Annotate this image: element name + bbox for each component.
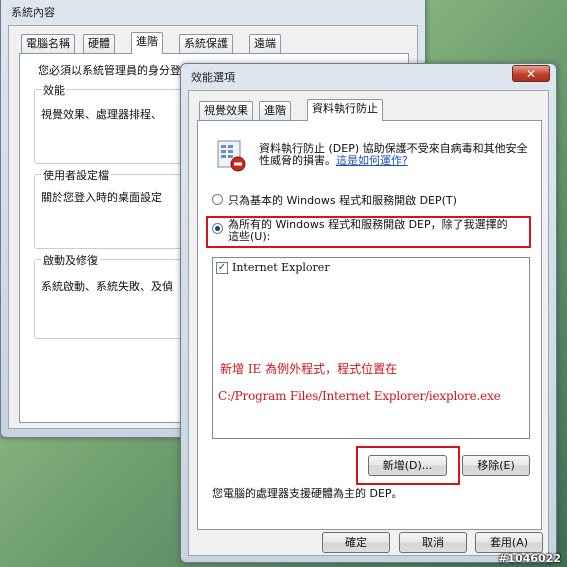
user-profiles-group: 使用者設定檔 關於您登入時的桌面設定 <box>34 167 194 249</box>
annotation-line2: C:/Program Files/Internet Explorer/iexpl… <box>218 389 501 403</box>
startup-recovery-group-desc: 系統啟動、系統失敗、及偵 <box>41 280 173 293</box>
tab-system-protection[interactable]: 系統保護 <box>179 34 233 54</box>
checkmark-icon: ✓ <box>217 262 227 273</box>
close-button[interactable]: ✕ <box>512 65 550 82</box>
performance-options-title: 效能選項 <box>191 71 235 84</box>
system-properties-titlebar[interactable]: 系統內容 <box>1 0 425 21</box>
add-button[interactable]: 新增(D)... <box>368 455 447 476</box>
performance-group-desc: 視覺效果、處理器排程、 <box>41 108 162 121</box>
annotation-line1: 新增 IE 為例外程式，程式位置在 <box>220 362 398 376</box>
performance-options-window: 效能選項 ✕ 視覺效果 進階 資料執行防止 資料執行防止 (DEP) 協助保護不… <box>180 63 557 563</box>
watermark: #1046022 <box>498 552 561 565</box>
user-profiles-group-title: 使用者設定檔 <box>41 167 111 183</box>
apply-button[interactable]: 套用(A) <box>475 532 543 553</box>
list-item-label: Internet Explorer <box>232 261 330 274</box>
startup-recovery-group: 啟動及修復 系統啟動、系統失敗、及偵 <box>34 252 194 339</box>
cancel-button[interactable]: 取消 <box>399 532 467 553</box>
performance-options-titlebar[interactable]: 效能選項 ✕ <box>181 64 556 90</box>
performance-group: 效能 視覺效果、處理器排程、 <box>34 82 194 164</box>
dep-shield-icon <box>214 139 248 173</box>
user-profiles-group-desc: 關於您登入時的桌面設定 <box>41 191 162 204</box>
radio-basic-programs-label: 只為基本的 Windows 程式和服務開啟 DEP(T) <box>228 194 457 207</box>
tab-remote[interactable]: 遠端 <box>249 34 281 54</box>
exception-program-list[interactable]: ✓ Internet Explorer 新增 IE 為例外程式，程式位置在 C:… <box>212 257 530 439</box>
radio-all-programs-label-line2: 這些(U): <box>228 230 271 243</box>
tab-visual-effects[interactable]: 視覺效果 <box>199 101 253 121</box>
close-icon: ✕ <box>525 67 537 81</box>
hardware-dep-note: 您電腦的處理器支援硬體為主的 DEP。 <box>212 487 403 500</box>
remove-button[interactable]: 移除(E) <box>462 455 530 476</box>
how-it-works-link[interactable]: 這是如何運作? <box>336 154 408 167</box>
performance-options-client: 視覺效果 進階 資料執行防止 資料執行防止 (DEP) 協助保護不受來自病毒和其… <box>188 90 549 556</box>
tab-po-advanced[interactable]: 進階 <box>259 101 291 121</box>
radio-all-programs[interactable] <box>212 223 223 234</box>
dep-description: 資料執行防止 (DEP) 協助保護不受來自病毒和其他安全性威脅的損害。這是如何運… <box>259 142 528 167</box>
tab-dep[interactable]: 資料執行防止 <box>307 99 383 121</box>
tab-hardware[interactable]: 硬體 <box>83 34 115 54</box>
system-properties-title: 系統內容 <box>11 6 55 19</box>
dep-tab-panel: 資料執行防止 (DEP) 協助保護不受來自病毒和其他安全性威脅的損害。這是如何運… <box>197 120 542 530</box>
performance-group-title: 效能 <box>41 82 67 98</box>
radio-basic-programs[interactable] <box>212 194 223 205</box>
radio-all-programs-label: 為所有的 Windows 程式和服務開啟 DEP，除了我選擇的 這些(U): <box>228 219 508 243</box>
list-item-checkbox[interactable]: ✓ <box>216 262 228 274</box>
tab-advanced[interactable]: 進階 <box>131 32 163 54</box>
ok-button[interactable]: 確定 <box>322 532 390 553</box>
tab-computer-name[interactable]: 電腦名稱 <box>21 34 75 54</box>
startup-recovery-group-title: 啟動及修復 <box>41 252 100 268</box>
admin-notice: 您必須以系統管理員的身分登入 <box>38 64 192 77</box>
